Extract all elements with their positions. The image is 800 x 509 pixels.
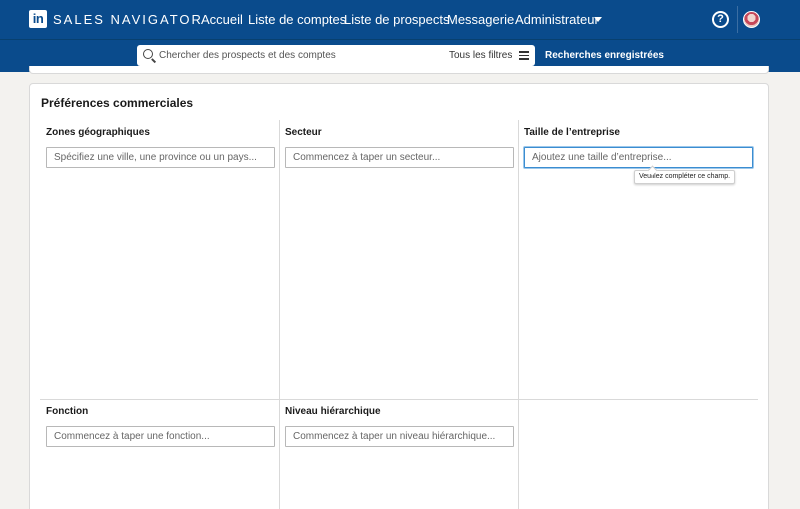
top-navigation: in SALES NAVIGATOR Accueil Liste de comp… <box>0 0 800 39</box>
saved-searches-link[interactable]: Recherches enregistrées <box>545 50 664 62</box>
nav-divider <box>737 6 738 33</box>
linkedin-logo-icon[interactable]: in <box>29 10 47 28</box>
company-size-input[interactable] <box>524 147 753 168</box>
preferences-card: Préférences commerciales Zones géographi… <box>29 83 769 509</box>
nav-liste-prospects[interactable]: Liste de prospects <box>344 12 450 28</box>
seniority-label: Niveau hiérarchique <box>285 406 381 417</box>
nav-liste-comptes[interactable]: Liste de comptes <box>248 12 346 28</box>
sector-input[interactable] <box>285 147 514 168</box>
geo-input[interactable] <box>46 147 275 168</box>
chevron-down-icon[interactable] <box>594 17 602 22</box>
filters-icon[interactable] <box>519 50 529 60</box>
search-box[interactable]: Tous les filtres <box>137 45 535 66</box>
card-title: Préférences commerciales <box>41 96 194 110</box>
previous-card <box>29 66 769 74</box>
validation-tooltip: Veuillez compléter ce champ. <box>634 170 736 184</box>
brand-name[interactable]: SALES NAVIGATOR <box>53 12 203 28</box>
search-input[interactable] <box>159 45 439 66</box>
column-divider <box>518 120 519 509</box>
nav-messagerie[interactable]: Messagerie <box>447 12 514 28</box>
help-icon[interactable]: ? <box>712 11 729 28</box>
nav-administrateur[interactable]: Administrateur <box>515 12 599 28</box>
geo-label: Zones géographiques <box>46 127 150 138</box>
sector-label: Secteur <box>285 127 322 138</box>
company-size-label: Taille de l’entreprise <box>524 127 620 138</box>
avatar[interactable] <box>743 11 760 28</box>
all-filters-button[interactable]: Tous les filtres <box>449 50 512 62</box>
search-icon <box>143 49 153 59</box>
column-divider <box>279 120 280 509</box>
row-divider <box>40 399 758 400</box>
nav-accueil[interactable]: Accueil <box>201 12 243 28</box>
function-label: Fonction <box>46 406 89 417</box>
function-input[interactable] <box>46 426 275 447</box>
seniority-input[interactable] <box>285 426 514 447</box>
